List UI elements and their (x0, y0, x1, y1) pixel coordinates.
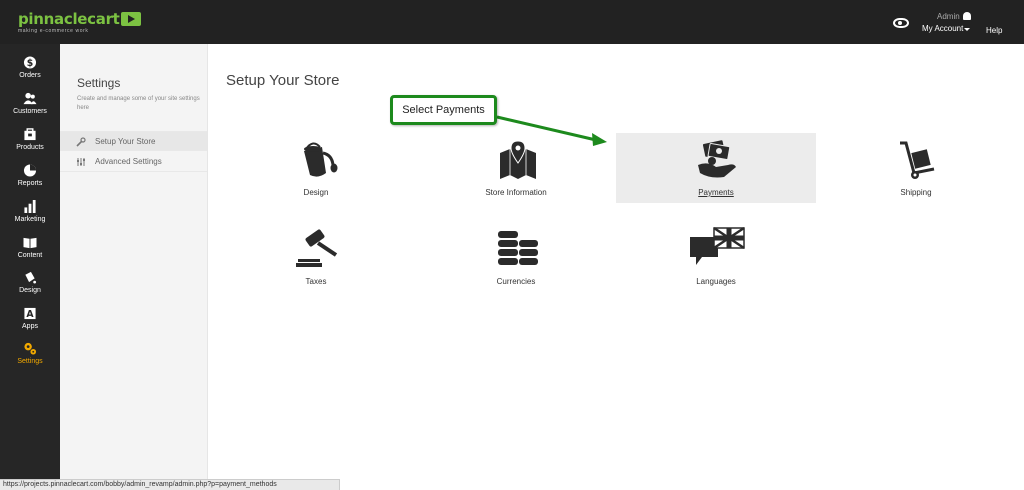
bar-chart-icon (24, 200, 36, 213)
tile-label: Store Information (485, 188, 547, 197)
panel-title: Settings (77, 76, 121, 90)
tile-design[interactable]: Design (216, 133, 416, 203)
sidebar-item-customers[interactable]: Customers (0, 92, 60, 128)
main-sidebar: $ Orders Customers Products Reports Mark… (0, 44, 60, 490)
users-icon (23, 92, 37, 105)
tile-currencies[interactable]: Currencies (416, 221, 616, 291)
logo[interactable]: pinnaclecart making e-commerce work (18, 10, 141, 34)
sidebar-item-orders[interactable]: $ Orders (0, 56, 60, 92)
box-icon (24, 128, 36, 141)
logo-text: pinnaclecart (18, 10, 120, 28)
book-icon (23, 237, 37, 249)
tile-store-information[interactable]: Store Information (416, 133, 616, 203)
sidebar-item-label: Design (19, 287, 41, 294)
settings-panel: Settings Create and manage some of your … (60, 44, 208, 490)
subnav-item-label: Setup Your Store (95, 137, 156, 146)
tile-label: Shipping (900, 188, 932, 197)
coin-stack-icon (498, 231, 538, 265)
sidebar-item-marketing[interactable]: Marketing (0, 200, 60, 236)
annotation-callout: Select Payments (390, 95, 497, 125)
paint-icon (25, 271, 37, 284)
page-title: Setup Your Store (226, 72, 340, 89)
subnav-item-label: Advanced Settings (95, 157, 162, 166)
sidebar-item-design[interactable]: Design (0, 271, 60, 307)
paint-bucket-icon (304, 142, 338, 177)
logo-tagline: making e-commerce work (18, 28, 89, 34)
money-hand-icon (698, 140, 736, 178)
sidebar-item-products[interactable]: Products (0, 128, 60, 164)
gears-icon (24, 342, 37, 355)
cart-logo-icon (120, 12, 141, 26)
sidebar-item-apps[interactable]: A Apps (0, 307, 60, 343)
panel-description: Create and manage some of your site sett… (77, 96, 200, 111)
sidebar-item-settings[interactable]: Settings (0, 342, 60, 378)
sidebar-item-label: Marketing (14, 216, 46, 223)
pie-chart-icon (23, 164, 37, 177)
tile-label: Languages (696, 277, 736, 286)
callout-text: Select Payments (402, 104, 485, 116)
gavel-icon (296, 229, 338, 267)
bell-icon[interactable] (963, 12, 971, 20)
tile-label: Taxes (305, 277, 327, 286)
sidebar-item-content[interactable]: Content (0, 236, 60, 272)
tile-payments[interactable]: Payments (616, 133, 816, 203)
admin-name: Admin (937, 12, 960, 21)
tile-languages[interactable]: Languages (616, 221, 816, 291)
tile-taxes[interactable]: Taxes (216, 221, 416, 291)
sidebar-item-label: Apps (22, 323, 38, 330)
sidebar-item-label: Settings (17, 358, 43, 365)
svg-text:$: $ (27, 58, 33, 69)
subnav-item-setup-store[interactable]: Setup Your Store (60, 131, 207, 151)
hand-truck-icon (900, 141, 935, 179)
subnav-item-advanced-settings[interactable]: Advanced Settings (60, 152, 207, 172)
wrench-icon (76, 137, 86, 147)
top-bar: pinnaclecart making e-commerce work Admi… (0, 0, 1024, 44)
map-pin-icon (500, 140, 536, 179)
help-link[interactable]: Help (986, 26, 1002, 35)
sidebar-item-label: Products (16, 144, 44, 151)
sidebar-item-label: Content (17, 252, 43, 259)
sidebar-item-reports[interactable]: Reports (0, 164, 60, 200)
sidebar-item-label: Reports (17, 180, 43, 187)
tile-label: Design (303, 188, 329, 197)
tile-label: Currencies (496, 277, 536, 286)
tile-shipping[interactable]: Shipping (816, 133, 1016, 203)
tile-label: Payments (698, 188, 734, 197)
sidebar-item-label: Orders (19, 72, 41, 79)
svg-text:A: A (26, 309, 34, 320)
chat-flag-icon (690, 226, 745, 265)
chevron-down-icon[interactable] (964, 28, 970, 31)
status-url: https://projects.pinnaclecart.com/bobby/… (0, 479, 340, 490)
my-account-menu[interactable]: My Account (922, 24, 963, 33)
apps-icon: A (24, 307, 36, 320)
sliders-icon (77, 158, 85, 166)
dollar-icon: $ (23, 56, 37, 69)
sidebar-item-label: Customers (13, 108, 47, 115)
eye-icon[interactable] (893, 18, 909, 28)
